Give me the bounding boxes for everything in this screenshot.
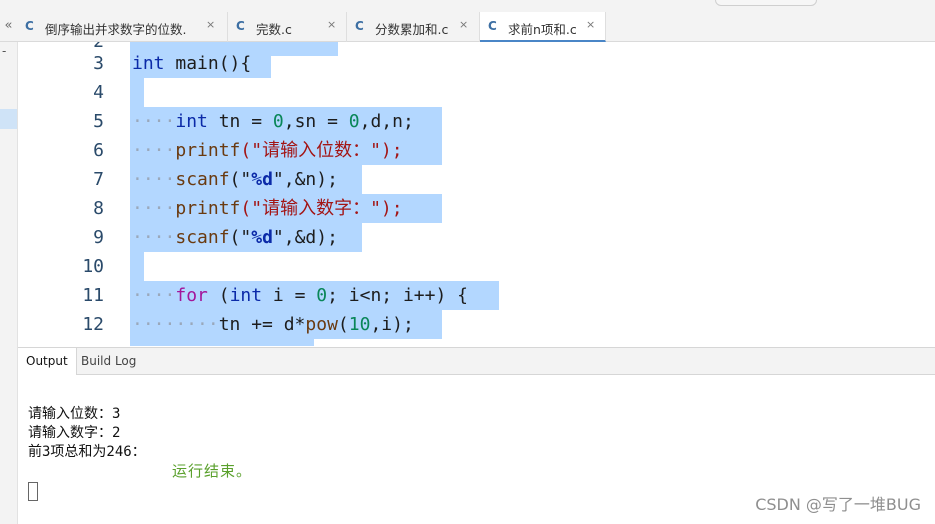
close-icon[interactable]: × — [586, 18, 595, 31]
console-line: 请输入位数：3 — [28, 406, 121, 422]
code-text: ····scanf("%d",&d); — [132, 227, 338, 248]
line-number: 8 — [93, 198, 104, 219]
line-number: 10 — [82, 256, 104, 277]
selected-indicator — [0, 109, 17, 129]
code-line: 11 ····for (int i = 0; i<n; i++) { — [18, 281, 935, 310]
tab-label: 求前n项和.c — [508, 22, 577, 37]
left-project-strip: - — [0, 42, 18, 347]
tab-label: 倒序输出并求数字的位数. — [45, 22, 187, 37]
code-text: ····scanf("%d",&n); — [132, 169, 338, 190]
code-line: 12 ········tn += d*pow(10,i); — [18, 310, 935, 339]
close-icon[interactable]: × — [327, 18, 336, 31]
code-line — [18, 339, 935, 346]
output-tab-bar: Output Build Log — [18, 347, 935, 375]
tab-sum-first-n[interactable]: C 求前n项和.c × — [480, 12, 606, 42]
line-number: 6 — [93, 140, 104, 161]
close-icon[interactable]: × — [459, 18, 468, 31]
dash-icon[interactable]: - — [2, 44, 6, 58]
line-number: 9 — [93, 227, 104, 248]
code-line: 3 int main(){ — [18, 49, 935, 78]
code-line: 5 ····int tn = 0,sn = 0,d,n; — [18, 107, 935, 136]
tab-label: 分数累加和.c — [375, 22, 449, 37]
tab-perfect-number[interactable]: C 完数.c × — [228, 12, 347, 42]
code-text: ····printf("请输入数字："); — [132, 198, 403, 219]
line-number: 3 — [93, 53, 104, 74]
code-text: int main(){ — [132, 53, 252, 74]
code-text: ····printf("请输入位数："); — [132, 140, 403, 161]
output-console[interactable]: 请输入位数：3 请输入数字：2 前3项总和为246： 运行结束。 CSDN @写… — [18, 375, 935, 524]
code-editor[interactable]: 2 3 int main(){ 4 5 ····int tn = 0,sn = … — [18, 42, 935, 346]
console-line: 前3项总和为246： — [28, 444, 146, 460]
c-file-icon: C — [236, 19, 245, 33]
console-cursor — [28, 482, 38, 501]
code-text: ····int tn = 0,sn = 0,d,n; — [132, 111, 414, 132]
line-number: 11 — [82, 285, 104, 306]
selection-highlight — [130, 252, 144, 281]
tab-output[interactable]: Output — [18, 348, 77, 375]
code-line: 8 ····printf("请输入数字："); — [18, 194, 935, 223]
c-file-icon: C — [355, 19, 364, 33]
line-number: 7 — [93, 169, 104, 190]
tab-label: 完数.c — [256, 22, 292, 37]
line-number: 4 — [93, 82, 104, 103]
line-number: 12 — [82, 314, 104, 335]
tab-build-log[interactable]: Build Log — [73, 348, 144, 375]
code-line: 9 ····scanf("%d",&d); — [18, 223, 935, 252]
code-text: ····for (int i = 0; i<n; i++) { — [132, 285, 468, 306]
line-number: 5 — [93, 111, 104, 132]
code-line: 6 ····printf("请输入位数："); — [18, 136, 935, 165]
top-search-pill[interactable] — [715, 0, 817, 6]
code-text: ········tn += d*pow(10,i); — [132, 314, 414, 335]
close-icon[interactable]: × — [206, 18, 215, 31]
watermark: CSDN @写了一堆BUG — [755, 495, 921, 514]
code-line: 4 — [18, 78, 935, 107]
c-file-icon: C — [488, 19, 497, 33]
code-line: 10 — [18, 252, 935, 281]
tab-reverse-output[interactable]: C 倒序输出并求数字的位数. × — [17, 12, 228, 42]
console-line: 请输入数字：2 — [28, 425, 121, 441]
window-top-strip — [0, 0, 935, 12]
tab-fraction-sum[interactable]: C 分数累加和.c × — [347, 12, 480, 42]
selection-highlight — [130, 339, 314, 346]
collapse-sidebar-icon[interactable]: « — [0, 12, 17, 40]
code-line: 7 ····scanf("%d",&n); — [18, 165, 935, 194]
c-file-icon: C — [25, 19, 34, 33]
left-strip-lower — [0, 347, 18, 524]
run-finished-message: 运行结束。 — [172, 462, 253, 480]
selection-highlight — [130, 78, 144, 107]
